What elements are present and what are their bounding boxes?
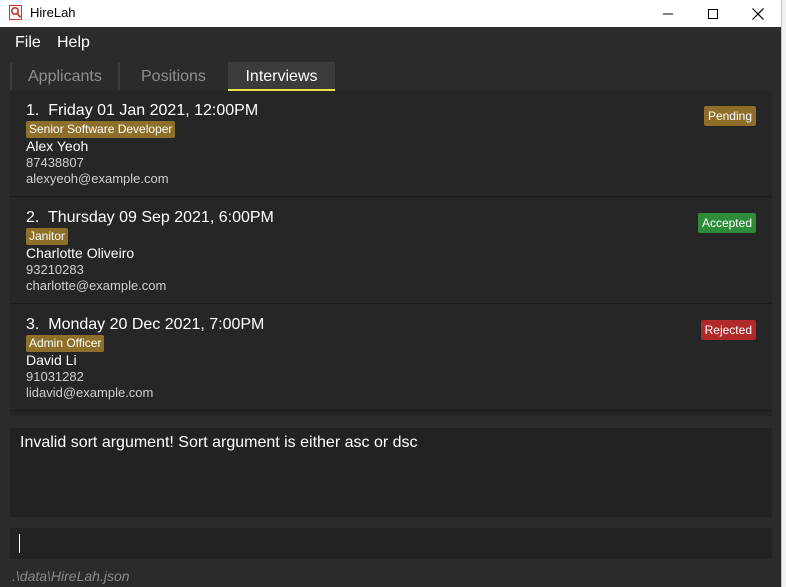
tab-bar: Applicants Positions Interviews [0,57,781,91]
interview-title: 2. Thursday 09 Sep 2021, 6:00PM [26,209,274,226]
status-badge-accepted: Accepted [697,213,756,233]
status-bar: .\data\HireLah.json [0,565,781,587]
window-title: HireLah [30,5,76,20]
interview-card[interactable]: 3. Monday 20 Dec 2021, 7:00PM Admin Offi… [10,305,772,411]
candidate-name: David Li [26,352,77,368]
close-icon [752,7,764,20]
tab-positions[interactable]: Positions [141,62,206,91]
tab-divider [10,63,12,90]
close-button[interactable] [735,0,781,27]
candidate-phone: 91031282 [26,369,84,384]
menu-file[interactable]: File [15,34,41,52]
position-tag: Admin Officer [26,335,105,352]
interview-card[interactable]: 1. Friday 01 Jan 2021, 12:00PM Senior So… [10,91,772,197]
result-display[interactable]: Invalid sort argument! Sort argument is … [10,428,772,517]
minimize-button[interactable] [645,0,691,27]
interview-card[interactable]: 2. Thursday 09 Sep 2021, 6:00PM Janitor … [10,198,772,304]
candidate-phone: 87438807 [26,155,84,170]
command-input[interactable] [10,528,772,559]
candidate-name: Alex Yeoh [26,138,89,154]
menu-bar: File Help [0,28,781,56]
app-logo-icon [9,5,22,20]
interview-list[interactable]: 1. Friday 01 Jan 2021, 12:00PM Senior So… [10,91,772,416]
title-bar[interactable]: HireLah [0,0,781,27]
menu-help[interactable]: Help [57,34,90,52]
position-tag: Senior Software Developer [26,121,176,138]
candidate-email: lidavid@example.com [26,385,154,400]
maximize-icon [708,8,718,19]
status-badge-rejected: Rejected [700,320,756,340]
candidate-email: alexyeoh@example.com [26,171,169,186]
candidate-email: charlotte@example.com [26,278,167,293]
interview-title: 1. Friday 01 Jan 2021, 12:00PM [26,102,259,119]
candidate-name: Charlotte Oliveiro [26,245,135,261]
save-location: .\data\HireLah.json [12,568,130,584]
text-caret [19,534,20,553]
interview-title: 3. Monday 20 Dec 2021, 7:00PM [26,316,265,333]
result-message: Invalid sort argument! Sort argument is … [20,434,418,451]
status-badge-pending: Pending [703,106,756,126]
app-window: HireLah File Help Applicants Positions I… [0,0,781,587]
background-window-edge [781,0,786,587]
tab-applicants[interactable]: Applicants [28,62,102,91]
minimize-icon [663,13,673,14]
tab-divider [118,63,120,90]
maximize-button[interactable] [690,0,736,27]
tab-interviews[interactable]: Interviews [228,62,335,91]
position-tag: Janitor [26,228,69,245]
candidate-phone: 93210283 [26,262,84,277]
